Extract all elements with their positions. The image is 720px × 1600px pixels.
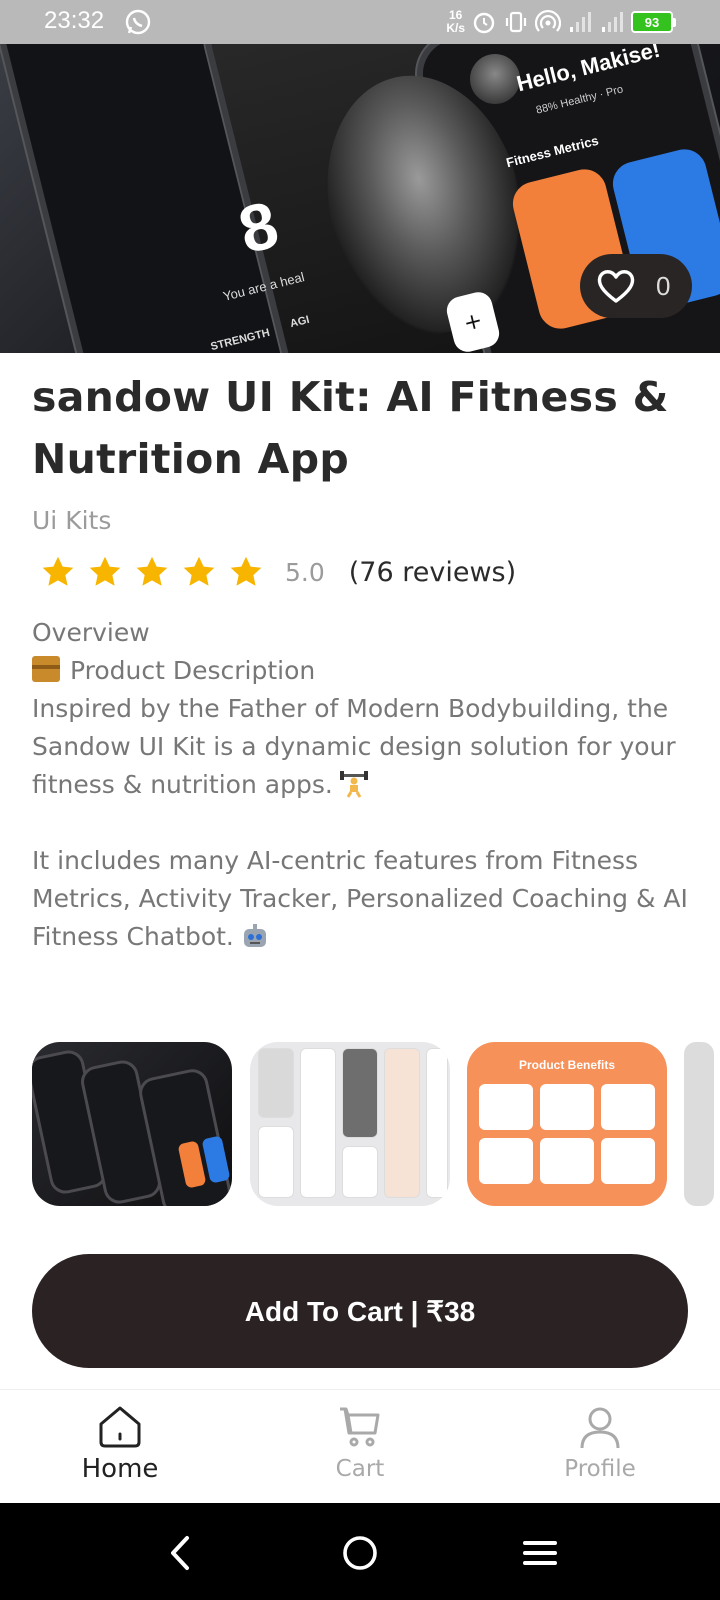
favorite-count: 0 <box>656 270 671 301</box>
mockup-avatar <box>470 54 520 104</box>
home-circle-icon <box>343 1536 377 1570</box>
battery-level: 93 <box>631 11 673 33</box>
signal-4g-icon-2 <box>602 12 623 32</box>
signal-4g-icon <box>570 12 591 32</box>
add-to-cart-button[interactable]: Add To Cart | ₹38 <box>32 1254 688 1368</box>
battery-indicator: 93 <box>631 11 676 33</box>
reviews-count[interactable]: (76 reviews) <box>349 557 516 588</box>
profile-icon <box>580 1407 620 1449</box>
product-description: Overview Product Description Inspired by… <box>32 614 702 956</box>
product-hero-image: 8 You are a heal STRENGTH AGI + Hello, M… <box>0 44 720 353</box>
back-icon <box>171 1536 189 1570</box>
star-icon <box>42 556 74 586</box>
nav-item-profile[interactable]: Profile <box>520 1404 680 1482</box>
gallery-thumbnail-2[interactable] <box>250 1042 450 1206</box>
heart-icon <box>597 270 635 303</box>
nav-label-home: Home <box>81 1454 159 1484</box>
vibrate-icon <box>505 11 527 33</box>
screenshot-gallery[interactable]: Product Benefits <box>32 1042 720 1206</box>
robot-icon <box>243 924 266 947</box>
description-heading: Product Description <box>70 656 316 685</box>
product-category[interactable]: Ui Kits <box>32 506 111 535</box>
gallery-thumbnail-1[interactable] <box>32 1042 232 1206</box>
system-home-button[interactable] <box>338 1531 382 1575</box>
system-navigation-bar <box>0 1503 720 1600</box>
gallery-thumbnail-4[interactable] <box>684 1042 714 1206</box>
favorite-button[interactable]: 0 <box>580 254 692 318</box>
nav-item-home[interactable]: Home <box>40 1404 200 1484</box>
package-icon <box>32 656 60 682</box>
status-icons: 16 K/s 93 <box>446 6 676 38</box>
star-icon <box>136 556 168 586</box>
system-back-button[interactable] <box>158 1531 202 1575</box>
hotspot-icon <box>535 9 561 32</box>
description-heading-row: Product Description <box>32 652 702 690</box>
status-bar: 23:32 16 K/s 93 <box>0 0 720 44</box>
nav-item-cart[interactable]: Cart <box>280 1404 440 1482</box>
rating-value: 5.0 <box>285 557 325 587</box>
nav-label-cart: Cart <box>335 1456 385 1482</box>
gallery-thumbnail-3[interactable]: Product Benefits <box>467 1042 667 1206</box>
product-title: sandow UI Kit: AI Fitness & Nutrition Ap… <box>32 373 669 483</box>
system-recents-button[interactable] <box>518 1531 562 1575</box>
paragraph-2-text: It includes many AI-centric features fro… <box>32 846 688 951</box>
description-paragraph-2: It includes many AI-centric features fro… <box>32 842 702 956</box>
whatsapp-icon <box>125 9 151 35</box>
star-icon <box>89 556 121 586</box>
rating-row: 5.0 (76 reviews) <box>40 554 516 590</box>
menu-icon <box>523 1541 557 1565</box>
cart-icon <box>340 1407 380 1447</box>
home-icon <box>99 1406 141 1448</box>
overview-heading: Overview <box>32 618 150 647</box>
status-time: 23:32 <box>44 7 105 34</box>
bottom-navigation: Home Cart Profile <box>0 1389 720 1503</box>
network-speed: 16 K/s <box>446 9 465 35</box>
description-paragraph-1: Inspired by the Father of Modern Bodybui… <box>32 690 702 804</box>
nav-label-profile: Profile <box>564 1456 636 1482</box>
star-icon <box>183 556 215 586</box>
weightlifter-icon <box>339 771 368 798</box>
benefits-title: Product Benefits <box>518 1058 615 1072</box>
alarm-icon <box>473 12 495 34</box>
star-icon <box>230 556 262 586</box>
net-speed-unit: K/s <box>446 21 465 35</box>
